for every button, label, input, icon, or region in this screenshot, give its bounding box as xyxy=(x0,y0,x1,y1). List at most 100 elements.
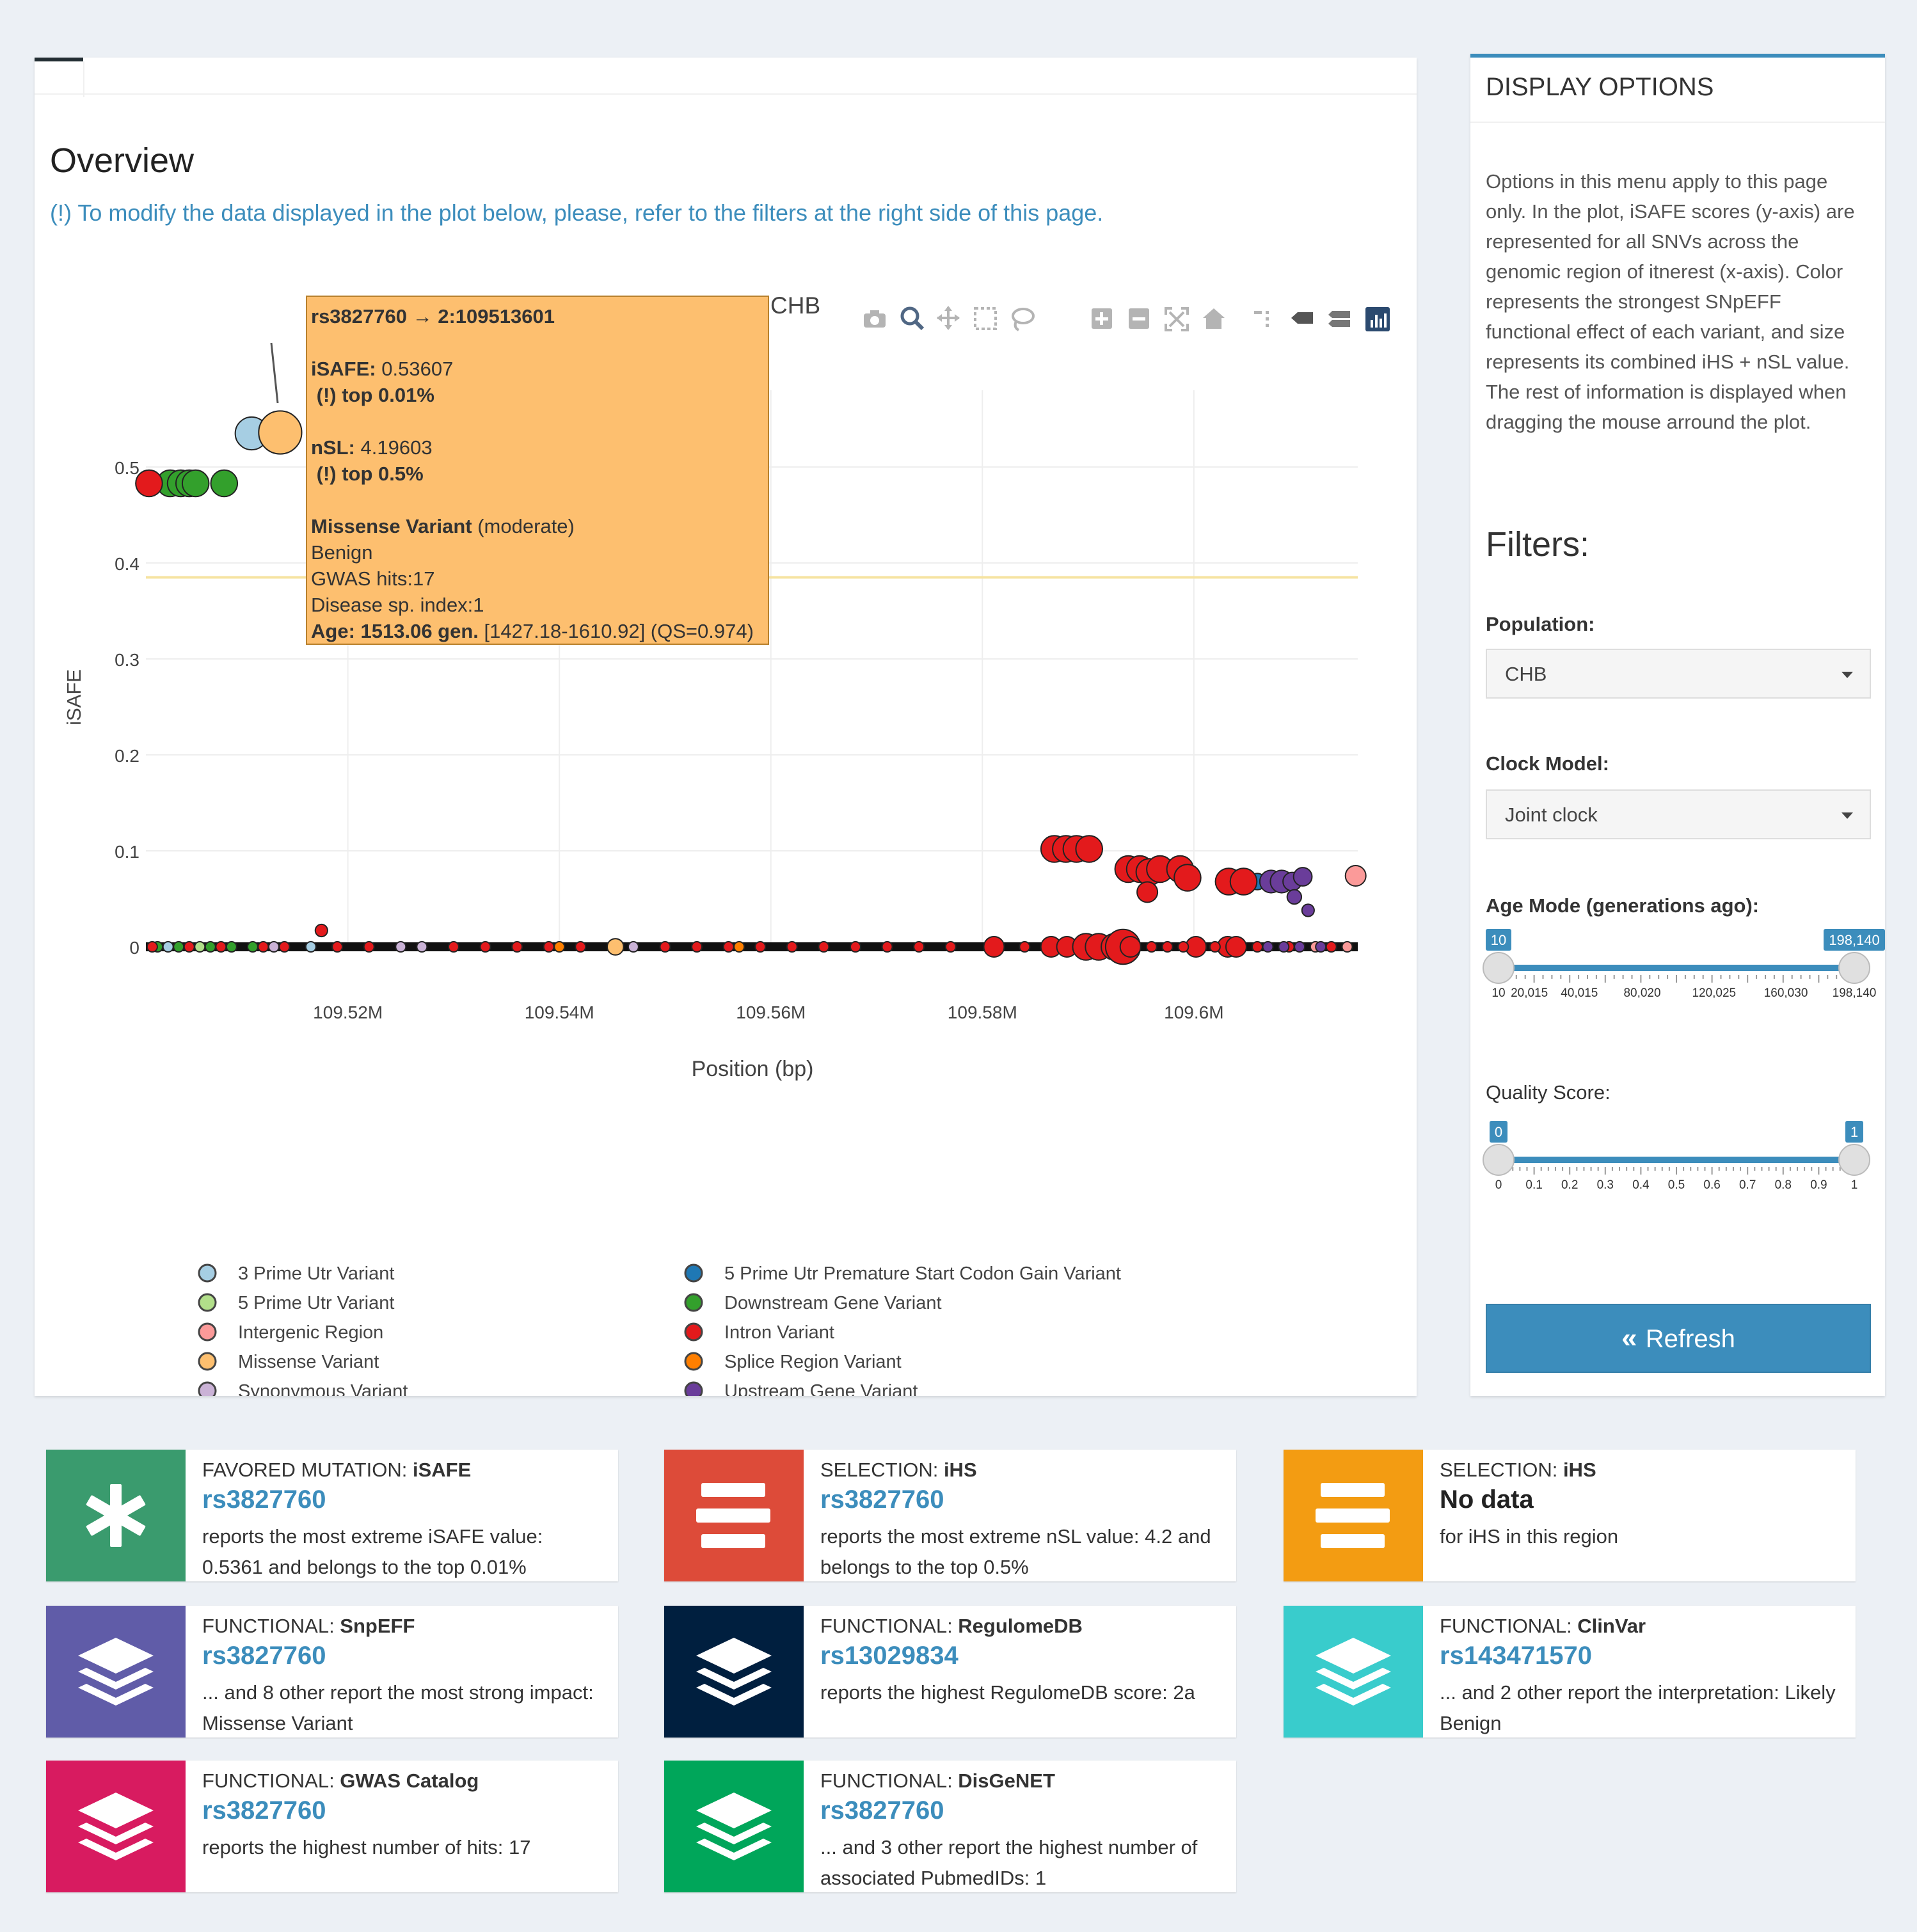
variant-point[interactable] xyxy=(1209,941,1221,953)
variant-point[interactable] xyxy=(246,941,259,953)
info-box-number[interactable]: rs3827760 xyxy=(202,1642,326,1670)
variant-point[interactable] xyxy=(786,941,798,953)
legend-item[interactable]: Upstream Gene Variant xyxy=(684,1381,918,1396)
variant-point[interactable] xyxy=(553,941,566,953)
reset-axes-icon[interactable] xyxy=(1203,308,1225,329)
variant-point[interactable] xyxy=(258,410,303,455)
refresh-button[interactable]: « Refresh xyxy=(1486,1304,1871,1373)
variant-point[interactable] xyxy=(1301,903,1315,917)
variant-point[interactable] xyxy=(173,941,185,953)
variant-point[interactable] xyxy=(627,941,639,953)
variant-point[interactable] xyxy=(1075,835,1104,863)
box-select-icon[interactable] xyxy=(974,307,997,330)
variant-point[interactable] xyxy=(1294,941,1306,953)
variant-point[interactable] xyxy=(1286,889,1303,905)
plotly-logo-icon[interactable] xyxy=(1365,307,1390,331)
quality-score-slider[interactable]: 0 1 0 0.1 0.2 0.3 0.4 0.5 0.6 0.7 0.8 0.9 1 xyxy=(1470,1120,1885,1190)
zoom-out-icon[interactable] xyxy=(1129,308,1149,329)
variant-point[interactable] xyxy=(659,941,671,953)
autoscale-icon[interactable] xyxy=(1165,307,1189,331)
legend-item[interactable]: 3 Prime Utr Variant xyxy=(198,1263,394,1284)
variant-point[interactable] xyxy=(194,941,206,953)
variant-point[interactable] xyxy=(1293,867,1313,887)
variant-point[interactable] xyxy=(1136,881,1159,903)
variant-point[interactable] xyxy=(1325,941,1337,953)
quality-max-handle[interactable] xyxy=(1838,1144,1870,1176)
variant-point[interactable] xyxy=(183,941,195,953)
variant-point[interactable] xyxy=(416,941,428,953)
variant-point[interactable] xyxy=(210,469,239,498)
legend-item[interactable]: Intergenic Region xyxy=(198,1322,383,1343)
variant-point[interactable] xyxy=(1341,941,1353,953)
legend-item[interactable]: Splice Region Variant xyxy=(684,1352,902,1372)
info-box-number[interactable]: rs3827760 xyxy=(820,1485,944,1514)
lasso-select-icon[interactable] xyxy=(1012,308,1035,331)
quality-min-handle[interactable] xyxy=(1483,1144,1515,1176)
camera-icon[interactable] xyxy=(864,310,886,328)
variant-point[interactable] xyxy=(146,941,158,953)
age-max-handle[interactable] xyxy=(1838,952,1870,984)
age-min-handle[interactable] xyxy=(1483,952,1515,984)
variant-point[interactable] xyxy=(818,941,830,953)
variant-point[interactable] xyxy=(1225,936,1247,958)
variant-point[interactable] xyxy=(691,941,703,953)
spike-lines-icon[interactable] xyxy=(1254,311,1269,327)
clock-model-select[interactable]: Joint clock xyxy=(1486,789,1871,839)
variant-point[interactable] xyxy=(881,941,893,953)
variant-point[interactable] xyxy=(1251,941,1263,953)
variant-point[interactable] xyxy=(1119,936,1141,958)
legend-item[interactable]: Synonymous Variant xyxy=(198,1381,408,1396)
variant-point[interactable] xyxy=(305,941,317,953)
variant-point[interactable] xyxy=(395,941,407,953)
info-box-number[interactable]: rs13029834 xyxy=(820,1642,958,1670)
variant-point[interactable] xyxy=(607,938,624,956)
variant-point[interactable] xyxy=(1278,941,1290,953)
variant-point[interactable] xyxy=(1161,941,1173,953)
pan-icon[interactable] xyxy=(937,306,960,330)
variant-point[interactable] xyxy=(754,941,767,953)
variant-point[interactable] xyxy=(1229,867,1258,896)
variant-point[interactable] xyxy=(215,941,227,953)
variant-point[interactable] xyxy=(278,941,290,953)
zoom-in-icon[interactable] xyxy=(1092,308,1112,329)
variant-point[interactable] xyxy=(849,941,861,953)
variant-point[interactable] xyxy=(162,941,174,953)
variant-point[interactable] xyxy=(543,941,555,953)
variant-point[interactable] xyxy=(314,923,328,938)
variant-point[interactable] xyxy=(1145,941,1157,953)
variant-point[interactable] xyxy=(225,941,237,953)
variant-point[interactable] xyxy=(722,941,735,953)
variant-point[interactable] xyxy=(1177,941,1189,953)
variant-point[interactable] xyxy=(135,469,163,498)
info-box-number[interactable]: rs3827760 xyxy=(202,1485,326,1514)
variant-point[interactable] xyxy=(913,941,925,953)
legend-item[interactable]: 5 Prime Utr Variant xyxy=(198,1293,394,1313)
info-box-number[interactable]: rs3827760 xyxy=(202,1796,326,1825)
legend-item[interactable]: Missense Variant xyxy=(198,1352,379,1372)
variant-point[interactable] xyxy=(944,941,957,953)
variant-point[interactable] xyxy=(204,941,216,953)
variant-point[interactable] xyxy=(1262,941,1274,953)
zoom-icon[interactable] xyxy=(900,306,925,331)
isafe-scatter-plot[interactable]: 00.10.20.30.40.5 109.52M 109.54M 109.56M 10… xyxy=(35,58,1417,1396)
population-select[interactable]: CHB xyxy=(1486,649,1871,699)
variant-point[interactable] xyxy=(733,941,745,953)
variant-point[interactable] xyxy=(575,941,587,953)
variant-point[interactable] xyxy=(181,469,210,498)
legend-item[interactable]: 5 Prime Utr Premature Start Codon Gain V… xyxy=(684,1263,1121,1284)
variant-point[interactable] xyxy=(331,941,344,953)
variant-point[interactable] xyxy=(479,941,491,953)
variant-point[interactable] xyxy=(511,941,523,953)
hover-compare-icon[interactable] xyxy=(1328,311,1350,327)
hover-closest-icon[interactable] xyxy=(1291,312,1313,324)
variant-point[interactable] xyxy=(257,941,269,953)
variant-point[interactable] xyxy=(1173,864,1202,892)
variant-point[interactable] xyxy=(363,941,375,953)
variant-point[interactable] xyxy=(447,941,459,953)
variant-point[interactable] xyxy=(1315,941,1327,953)
info-box-number[interactable]: rs3827760 xyxy=(820,1796,944,1825)
variant-point[interactable] xyxy=(1019,941,1031,953)
variant-point[interactable] xyxy=(267,941,280,953)
legend-item[interactable]: Downstream Gene Variant xyxy=(684,1293,942,1313)
variant-point[interactable] xyxy=(983,936,1005,958)
